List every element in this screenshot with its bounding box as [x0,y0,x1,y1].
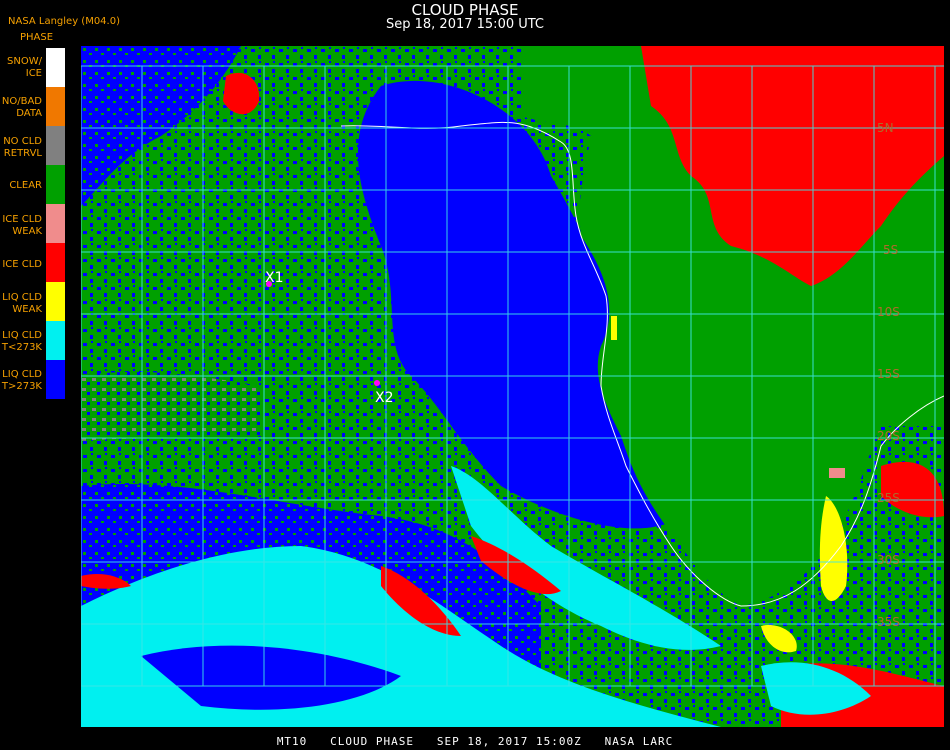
marker-x2-label: X2 [375,390,394,406]
legend-swatch-ice-cld-weak [46,204,65,243]
legend-swatch-clear [46,165,65,204]
lat-label-5n: 5N [877,121,894,135]
lat-label-10s: 10S [877,305,900,319]
legend-label-clear: CLEAR [9,180,42,191]
agency-label: NASA Langley (M04.0) [8,16,120,27]
lat-label-35s: 35S [877,615,900,629]
legend-label-no-bad-data: NO/BAD DATA [1,96,42,119]
legend-swatch-liq-cld-cold [46,321,65,360]
footer-caption: MT10 CLOUD PHASE SEP 18, 2017 15:00Z NAS… [276,735,674,748]
marker-x2-point[interactable] [374,380,380,386]
weak-ice-patch [829,468,845,478]
lat-label-20s: 20S [877,429,900,443]
legend-swatch-snow-ice [46,48,65,87]
legend-label-liq-cld-weak: LIQ CLD WEAK [2,292,42,315]
legend-swatch-ice-cld [46,243,65,282]
legend-swatch-no-cld-retrvl [46,126,65,165]
marker-x1-label: X1 [265,270,284,286]
legend-label-snow-ice: SNOW/ ICE [7,56,42,79]
legend-title: PHASE [20,32,54,43]
legend-label-no-cld-retrvl: NO CLD RETRVL [3,136,42,159]
weak-liquid-cloud-west-coast [611,316,617,340]
legend-label-liq-cld-cold: LIQ CLD T<273K [1,330,42,353]
cloud-phase-map[interactable]: 5N 5S 10S 15S 20S 25S 30S 35S X1 X2 [81,46,944,727]
lat-label-15s: 15S [877,367,900,381]
legend-label-ice-cld-weak: ICE CLD WEAK [2,214,42,237]
map-timestamp: Sep 18, 2017 15:00 UTC [385,17,545,32]
lat-label-5s: 5S [883,243,898,257]
legend-swatch-liq-cld-warm [46,360,65,399]
legend-swatch-liq-cld-weak [46,282,65,321]
lat-label-25s: 25S [877,491,900,505]
legend-swatch-no-bad-data [46,87,65,126]
legend-label-ice-cld: ICE CLD [2,259,42,270]
legend-label-liq-cld-warm: LIQ CLD T>273K [1,369,42,392]
lat-label-30s: 30S [877,553,900,567]
gray-retrieval-area [81,371,261,441]
